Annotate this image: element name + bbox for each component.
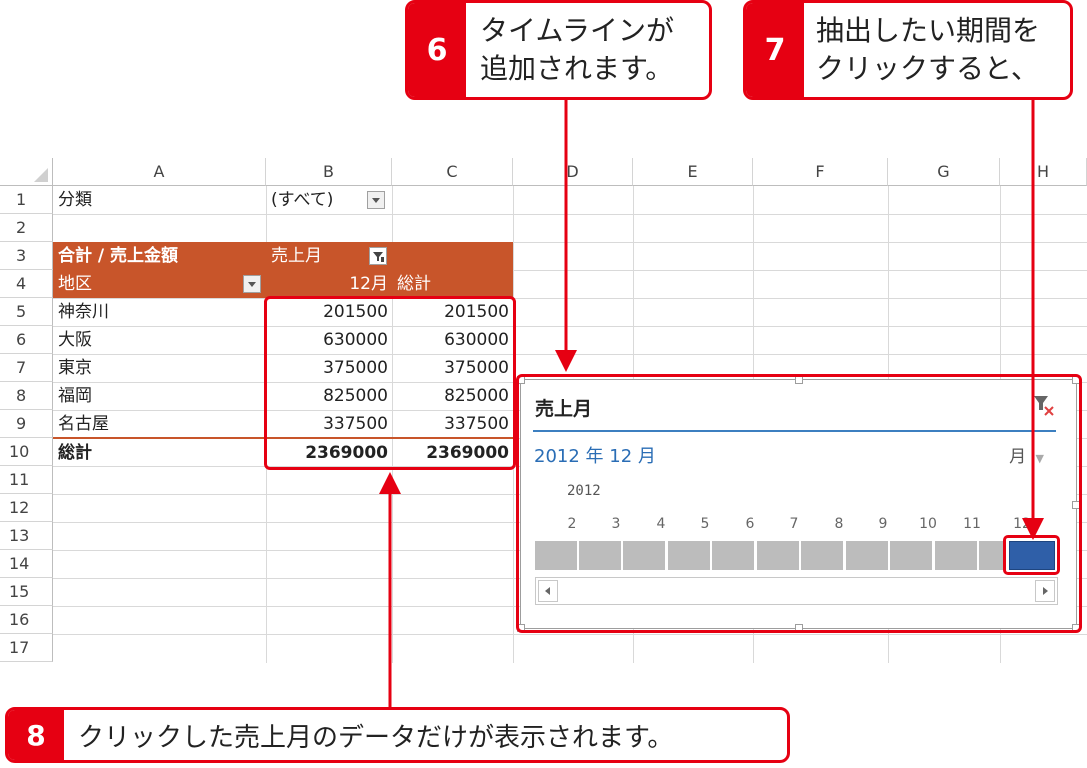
pivot-filter-label[interactable]: 分類	[53, 186, 266, 214]
callout-8-number: 8	[8, 710, 64, 760]
callout-6-line-2: 追加されます。	[480, 52, 674, 85]
callout-6-line-1: タイムラインが	[480, 14, 675, 47]
values-highlight-box	[264, 296, 516, 470]
pivot-row-area[interactable]: 東京	[53, 354, 266, 382]
pivot-filter-value[interactable]: (すべて)	[266, 186, 366, 214]
pivot-grand-label[interactable]: 総計	[53, 439, 266, 467]
callout-7-number: 7	[746, 3, 804, 97]
callout-7-text: 抽出したい期間を クリックすると、	[816, 3, 1040, 97]
callout-6-number: 6	[408, 3, 466, 97]
timeline-highlight-box	[516, 374, 1082, 633]
callout-7-line-2: クリックすると、	[816, 52, 1039, 85]
callout-6-text: タイムラインが 追加されます。	[480, 3, 674, 97]
pivot-columns-header[interactable]: 売上月	[266, 242, 366, 270]
callout-8: 8 クリックした売上月のデータだけが表示されます。	[5, 707, 790, 763]
pivot-row-area[interactable]: 福岡	[53, 382, 266, 410]
column-filter-button[interactable]	[369, 247, 387, 265]
callout-6: 6 タイムラインが 追加されます。	[405, 0, 712, 100]
pivot-values-header[interactable]: 合計 / 売上金額	[53, 242, 266, 270]
callout-7: 7 抽出したい期間を クリックすると、	[743, 0, 1073, 100]
chevron-down-icon	[248, 282, 256, 287]
chevron-down-icon	[372, 198, 380, 203]
pivot-row-area[interactable]: 名古屋	[53, 410, 266, 438]
pivot-month-header[interactable]: 12月	[266, 270, 392, 298]
row-filter-button[interactable]	[243, 275, 261, 293]
pivot-row-area[interactable]: 大阪	[53, 326, 266, 354]
pivot-row-area[interactable]: 神奈川	[53, 298, 266, 326]
pivot-total-header[interactable]: 総計	[392, 270, 513, 298]
filter-dropdown-button[interactable]	[367, 191, 385, 209]
callout-8-line-1: クリックした売上月のデータだけが表示されます。	[78, 722, 674, 753]
filter-applied-icon	[373, 252, 384, 262]
callout-7-line-1: 抽出したい期間を	[816, 14, 1041, 47]
pivot-rows-header[interactable]: 地区	[53, 270, 243, 298]
callout-8-text: クリックした売上月のデータだけが表示されます。	[78, 710, 673, 760]
